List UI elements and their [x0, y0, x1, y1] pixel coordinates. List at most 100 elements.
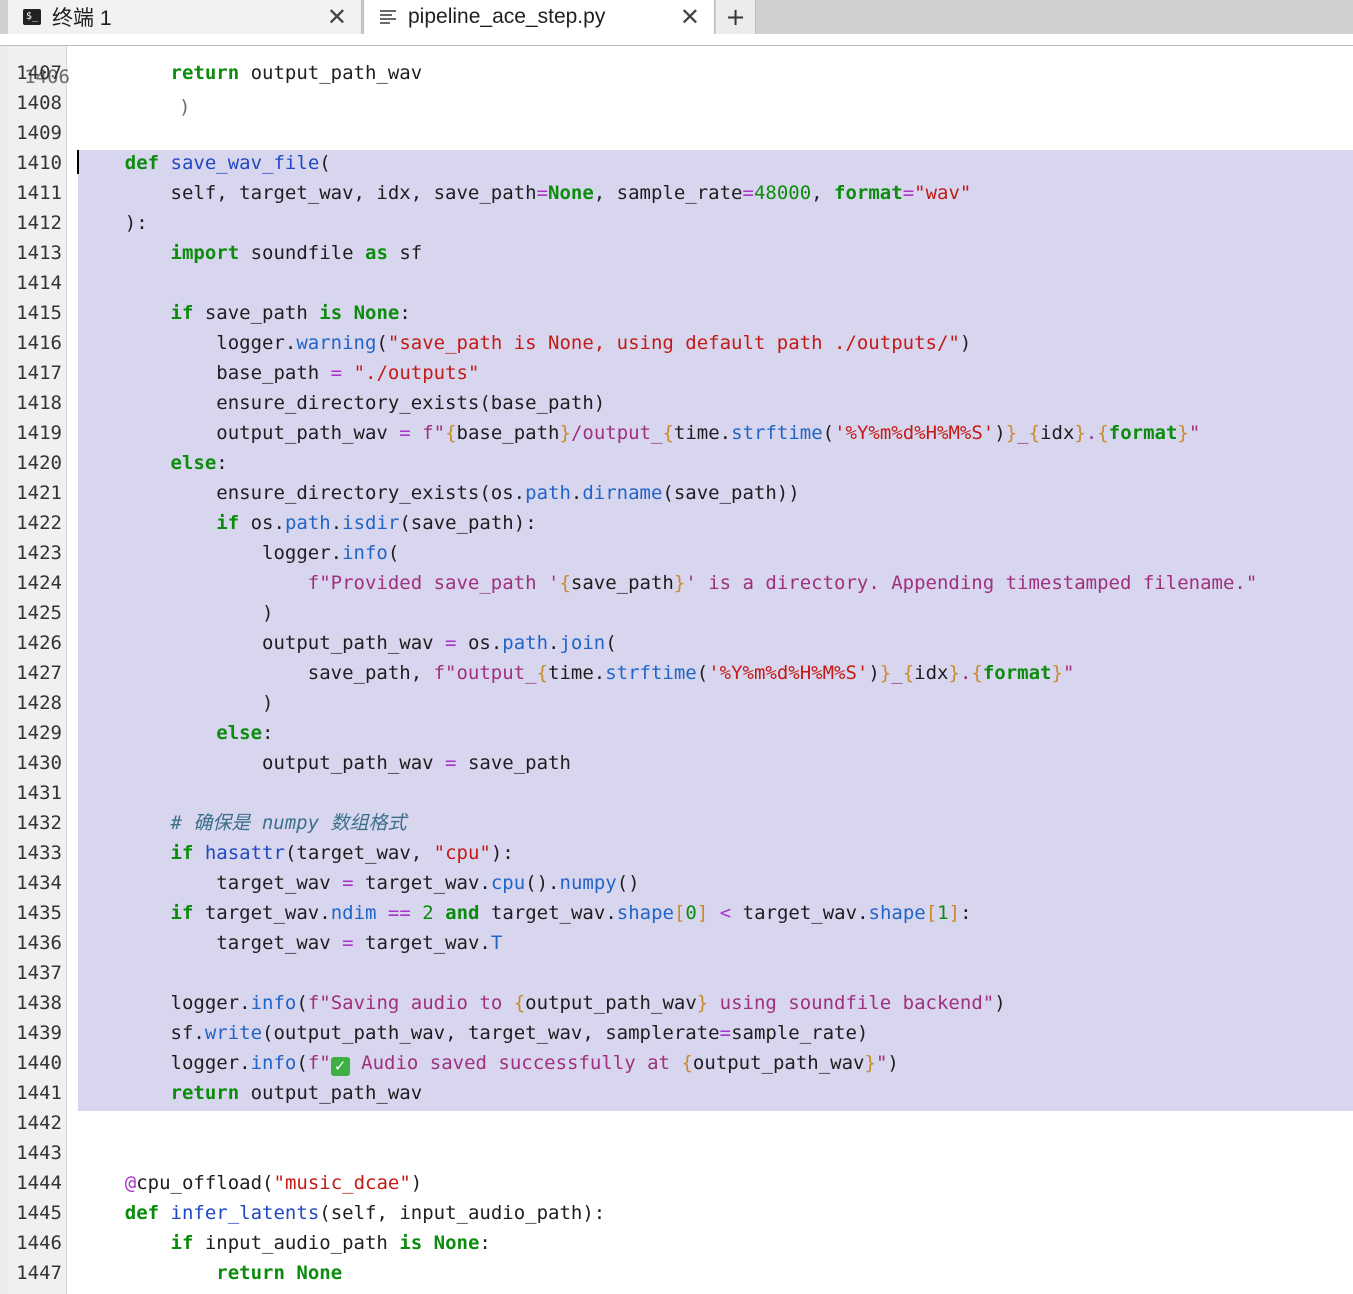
line-number: 1414 [16, 272, 62, 294]
code-line[interactable]: 1416 logger.warning("save_path is None, … [0, 328, 1353, 358]
code-line[interactable]: 1433 if hasattr(target_wav, "cpu"): [0, 838, 1353, 868]
tab-pipeline-ace-step[interactable]: pipeline_ace_step.py ✕ [363, 0, 715, 34]
code-token: } [559, 422, 571, 444]
code-token: infer_latents [170, 1202, 320, 1224]
code-line[interactable]: 1414 [0, 268, 1353, 298]
code-line[interactable]: 1431 [0, 778, 1353, 808]
code-token: output_path_wav [79, 422, 400, 444]
code-token: : [262, 722, 274, 744]
code-line[interactable]: 1424 f"Provided save_path '{save_path}' … [0, 568, 1353, 598]
code-line[interactable]: 1417 base_path = "./outputs" [0, 358, 1353, 388]
tab-terminal[interactable]: $_ 终端 1 ✕ [8, 0, 362, 34]
code-line[interactable]: 1440 logger.info(f" ✓ Audio saved success… [0, 1048, 1353, 1078]
line-number: 1424 [16, 572, 62, 594]
code-line[interactable]: 1430 output_path_wav = save_path [0, 748, 1353, 778]
code-line[interactable]: 1441 return output_path_wav [0, 1078, 1353, 1108]
code-token: : [216, 452, 228, 474]
code-line[interactable]: 1432 # 确保是 numpy 数组格式 [0, 808, 1353, 838]
code-line[interactable]: 1425 ) [0, 598, 1353, 628]
code-text: ensure_directory_exists(base_path) [79, 388, 605, 418]
line-number: 1429 [16, 722, 62, 744]
line-number: 1441 [16, 1082, 62, 1104]
code-line[interactable]: 1410 def save_wav_file( [0, 148, 1353, 178]
code-line[interactable]: 1445 def infer_latents(self, input_audio… [0, 1198, 1353, 1228]
code-line[interactable]: 1407 return output_path_wav [0, 58, 1353, 88]
code-token: (save_path)) [662, 482, 800, 504]
terminal-icon: $_ [22, 7, 42, 27]
code-token: numpy [559, 872, 617, 894]
code-token: } [1074, 422, 1086, 444]
code-text: if input_audio_path is None: [79, 1228, 491, 1258]
code-token: None [433, 1232, 480, 1254]
code-line[interactable]: 1435 if target_wav.ndim == 2 and target_… [0, 898, 1353, 928]
code-line[interactable]: 1415 if save_path is None: [0, 298, 1353, 328]
code-token: target_wav. [731, 902, 869, 924]
code-token: time. [548, 662, 606, 684]
code-token: 2 [422, 902, 434, 924]
code-token: '%Y%m%d%H%M%S' [834, 422, 995, 444]
code-line[interactable]: 1439 sf.write(output_path_wav, target_wa… [0, 1018, 1353, 1048]
code-line[interactable]: 1409 [0, 118, 1353, 148]
code-line[interactable]: 1419 output_path_wav = f"{base_path}/out… [0, 418, 1353, 448]
close-icon[interactable]: ✕ [680, 2, 700, 32]
code-line[interactable]: 1408 [0, 88, 1353, 118]
code-token: save_path [193, 302, 320, 324]
code-line[interactable]: 1444 @cpu_offload("music_dcae") [0, 1168, 1353, 1198]
new-tab-button[interactable]: + [716, 0, 756, 34]
code-line[interactable]: 1437 [0, 958, 1353, 988]
code-line[interactable]: 1438 logger.info(f"Saving audio to {outp… [0, 988, 1353, 1018]
code-token: ( [296, 992, 308, 1014]
code-line[interactable]: 1434 target_wav = target_wav.cpu().numpy… [0, 868, 1353, 898]
code-text: return output_path_wav [79, 1078, 423, 1108]
code-token: ensure_directory_exists(os. [79, 482, 526, 504]
code-text: base_path = "./outputs" [79, 358, 479, 388]
code-line[interactable]: 1413 import soundfile as sf [0, 238, 1353, 268]
code-token: path [502, 632, 549, 654]
code-token: format [982, 662, 1052, 684]
code-line[interactable]: 1426 output_path_wav = os.path.join( [0, 628, 1353, 658]
code-token: return [170, 1082, 240, 1104]
code-token: (output_path_wav, target_wav, samplerate [262, 1022, 720, 1044]
code-line[interactable]: 1427 save_path, f"output_{time.strftime(… [0, 658, 1353, 688]
code-line[interactable]: 1428 ) [0, 688, 1353, 718]
code-token: def [124, 152, 160, 174]
code-token: { [971, 662, 983, 684]
code-line[interactable]: 1421 ensure_directory_exists(os.path.dir… [0, 478, 1353, 508]
code-token: logger. [79, 332, 297, 354]
code-line[interactable]: 1436 target_wav = target_wav.T [0, 928, 1353, 958]
code-token: self, target_wav, idx, save_path [79, 182, 537, 204]
code-token: join [559, 632, 606, 654]
code-line[interactable]: 1443 [0, 1138, 1353, 1168]
code-token: return [170, 62, 240, 84]
close-icon[interactable]: ✕ [327, 2, 347, 32]
code-token: isdir [342, 512, 400, 534]
code-line[interactable]: 1446 if input_audio_path is None: [0, 1228, 1353, 1258]
code-line[interactable]: 1420 else: [0, 448, 1353, 478]
line-number: 1428 [16, 692, 62, 714]
code-token: { [513, 992, 526, 1014]
code-text: output_path_wav = os.path.join( [79, 628, 617, 658]
code-token: using soundfile backend" [708, 992, 995, 1014]
code-token: = [742, 182, 754, 204]
code-token: target_wav [79, 872, 343, 894]
code-line[interactable]: 1418 ensure_directory_exists(base_path) [0, 388, 1353, 418]
code-line[interactable]: 1447 return None [0, 1258, 1353, 1288]
code-line[interactable]: 1442 [0, 1108, 1353, 1138]
code-line[interactable]: 1429 else: [0, 718, 1353, 748]
code-text: logger.info(f" ✓ Audio saved successfully… [79, 1048, 899, 1078]
code-token: info [250, 1052, 297, 1074]
code-editor[interactable]: 1406 ) 1407 return output_path_wav 1408 14… [0, 46, 1353, 1294]
code-line[interactable]: 1423 logger.info( [0, 538, 1353, 568]
code-line[interactable]: 1422 if os.path.isdir(save_path): [0, 508, 1353, 538]
line-number: 1420 [16, 452, 62, 474]
code-line[interactable]: 1411 self, target_wav, idx, save_path=No… [0, 178, 1353, 208]
code-line[interactable]: 1412 ): [0, 208, 1353, 238]
